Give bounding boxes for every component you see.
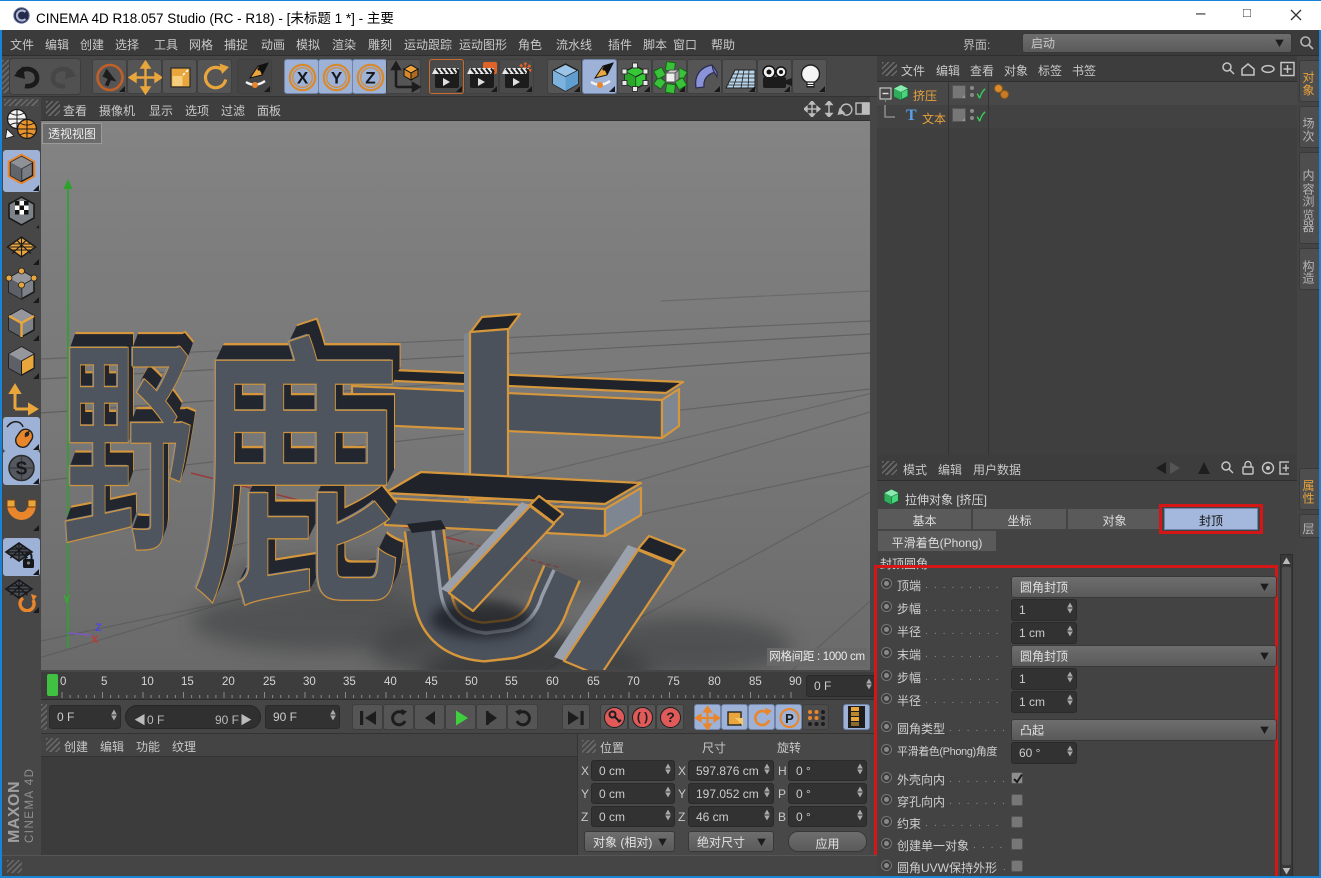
svg-text:Y: Y: [63, 594, 71, 606]
svg-text:Z: Z: [95, 622, 102, 634]
svg-text:X: X: [297, 69, 309, 88]
svg-text:Z: Z: [365, 69, 375, 88]
svg-text:S: S: [15, 459, 27, 479]
svg-text:X: X: [91, 634, 99, 646]
svg-text:Y: Y: [331, 69, 343, 88]
svg-text:P: P: [785, 711, 794, 726]
